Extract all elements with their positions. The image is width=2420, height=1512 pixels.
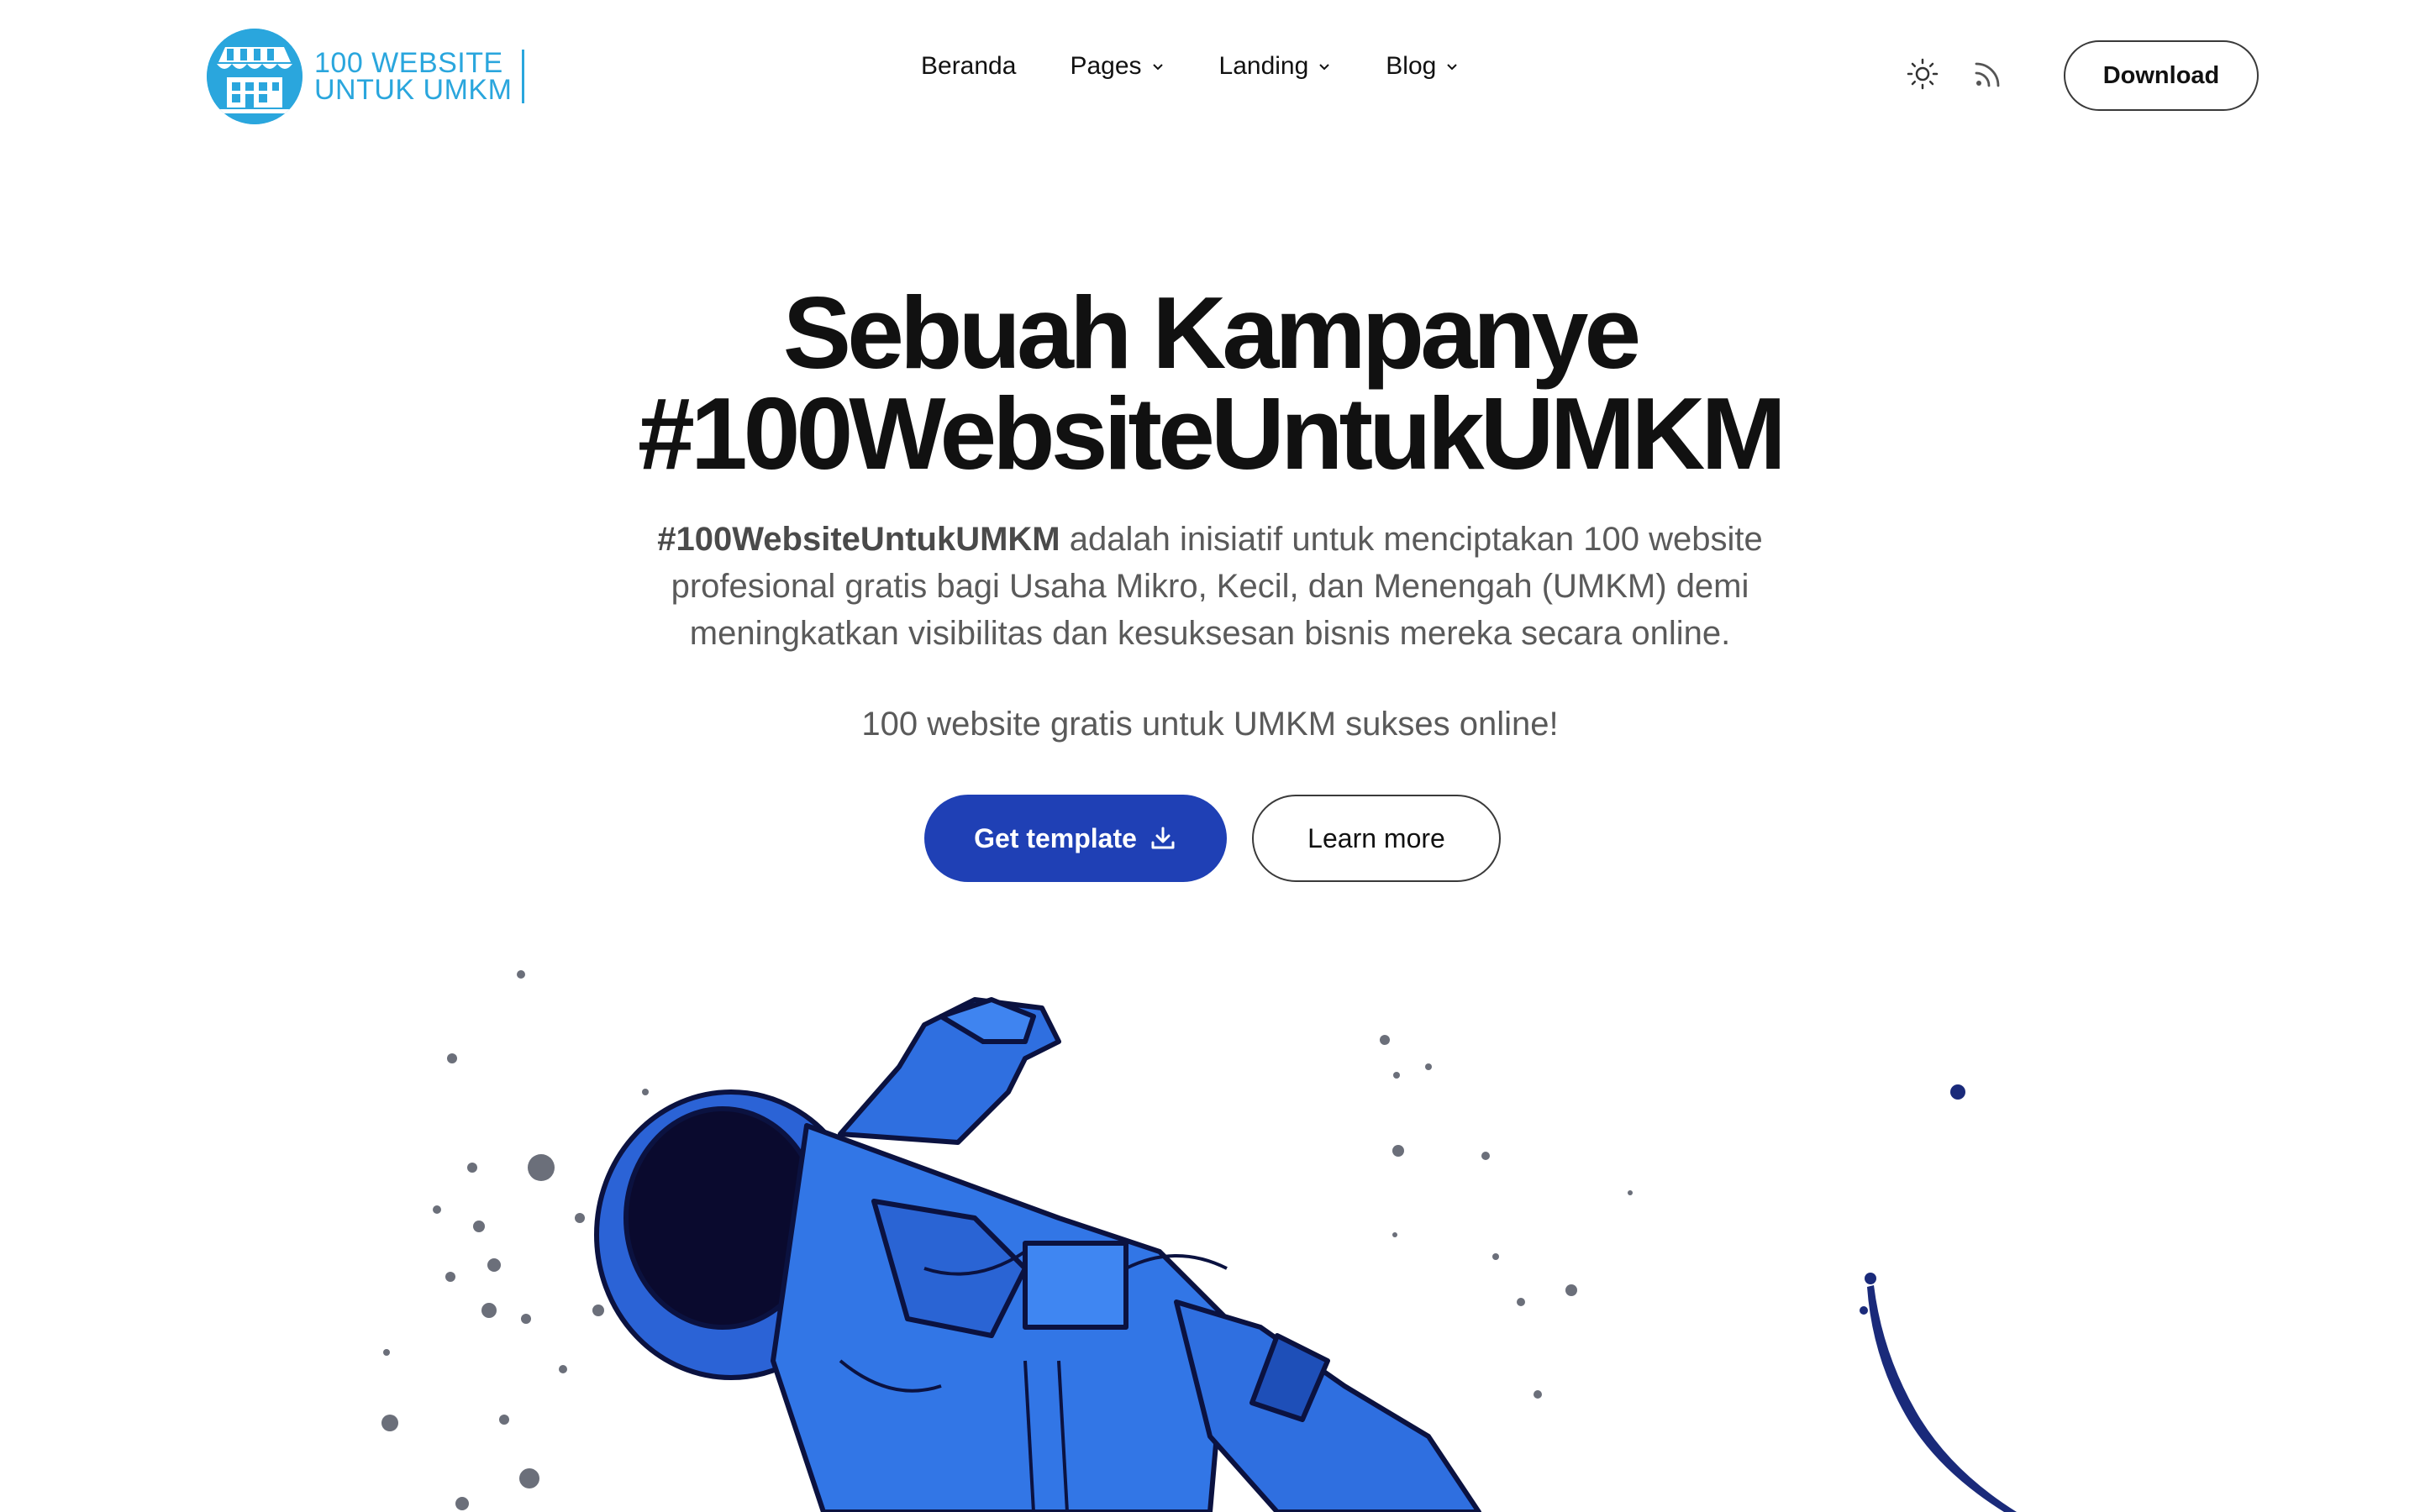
- brand-line-2: UNTUK UMKM: [314, 74, 513, 106]
- hero-tagline: 100 website gratis untuk UMKM sukses onl…: [861, 706, 1559, 743]
- sun-icon[interactable]: [1906, 57, 1939, 91]
- site-header: 100 WEBSITE UNTUK UMKM Beranda Pages Lan…: [0, 0, 2420, 151]
- brand-wordmark: 100 WEBSITE UNTUK UMKM: [314, 47, 525, 106]
- globe-store-icon: [207, 29, 302, 124]
- hero-description-hashtag: #100WebsiteUntukUMKM: [657, 521, 1060, 558]
- hero-title-line-2: #100WebsiteUntukUMKM: [637, 376, 1786, 491]
- hero-description: #100WebsiteUntukUMKM adalah inisiatif un…: [622, 516, 1798, 657]
- nav-item-label: Pages: [1070, 52, 1142, 80]
- hero-title: Sebuah Kampanye #100WebsiteUntukUMKM: [0, 276, 2420, 491]
- get-template-button[interactable]: Get template: [924, 795, 1227, 882]
- chevron-down-icon: [1447, 64, 1458, 71]
- nav-item-label: Landing: [1218, 52, 1309, 80]
- hero-title-line-1: Sebuah Kampanye: [782, 276, 1642, 390]
- brand-logo[interactable]: 100 WEBSITE UNTUK UMKM: [207, 25, 525, 128]
- nav-item-pages[interactable]: Pages: [1070, 52, 1165, 81]
- nav-item-beranda[interactable]: Beranda: [921, 52, 1016, 81]
- learn-more-button[interactable]: Learn more: [1252, 795, 1501, 882]
- nav-item-blog[interactable]: Blog: [1386, 52, 1460, 81]
- download-icon: [1151, 827, 1175, 849]
- main-nav: Beranda Pages Landing Blog: [921, 52, 1513, 81]
- nav-item-landing[interactable]: Landing: [1219, 52, 1333, 81]
- chevron-down-icon: [1152, 64, 1163, 71]
- nav-item-label: Beranda: [921, 52, 1017, 80]
- astronaut-illustration: [381, 970, 2017, 1512]
- chevron-down-icon: [1319, 64, 1330, 71]
- rss-icon[interactable]: [1971, 57, 2005, 91]
- brand-line-1: 100 WEBSITE: [314, 47, 503, 79]
- nav-item-label: Blog: [1386, 52, 1437, 80]
- get-template-label: Get template: [974, 822, 1137, 853]
- download-button[interactable]: Download: [2064, 40, 2259, 111]
